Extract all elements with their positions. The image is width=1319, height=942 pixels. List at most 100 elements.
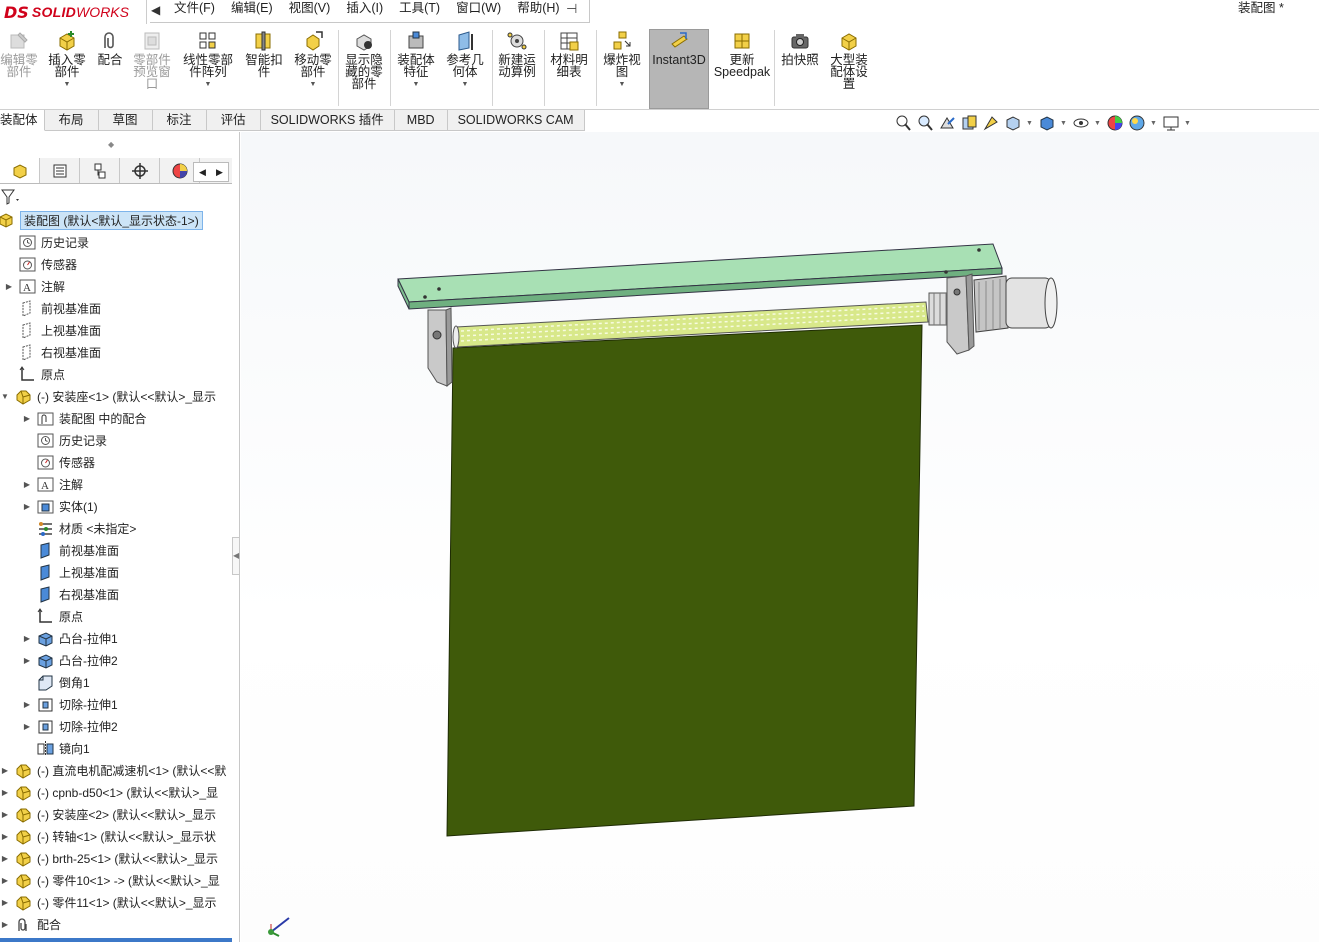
tree-item[interactable]: 前视基准面 — [4, 298, 101, 318]
tree-item[interactable]: 传感器 — [4, 254, 77, 274]
assembly-model-scene[interactable] — [241, 132, 1319, 942]
expand-arrow-icon[interactable]: ▶ — [0, 854, 10, 863]
panel-splitter-handle[interactable]: ◀ — [232, 537, 240, 575]
tab-cam[interactable]: SOLIDWORKS CAM — [447, 110, 585, 131]
tab-mbd[interactable]: MBD — [394, 110, 448, 131]
tree-component[interactable]: ▶ (-) 转轴<1> (默认<<默认>_显示状 — [0, 826, 216, 846]
tree-component[interactable]: ▶ (-) cpnb-d50<1> (默认<<默认>_显 — [0, 782, 218, 802]
tree-item[interactable]: 右视基准面 — [4, 342, 101, 362]
show-hidden-components-button[interactable]: 显示隐 藏的零 部件 — [342, 30, 386, 108]
expand-arrow-icon[interactable]: ▶ — [0, 876, 10, 885]
tree-feature[interactable]: 镜向1 — [22, 738, 90, 758]
tree-feature[interactable]: 右视基准面 — [22, 584, 119, 604]
chevron-down-icon[interactable]: ▼ — [310, 81, 317, 88]
tree-component[interactable]: ▶ (-) 零件10<1> -> (默认<<默认>_显 — [0, 870, 220, 890]
reference-geometry-button[interactable]: 参考几 何体 ▼ — [443, 30, 487, 108]
tab-evaluate[interactable]: 评估 — [206, 110, 261, 131]
tab-sketch[interactable]: 草图 — [98, 110, 153, 131]
chevron-down-icon[interactable]: ▼ — [413, 81, 420, 88]
update-speedpak-button[interactable]: 更新 Speedpak — [714, 30, 770, 108]
tree-feature[interactable]: ▶ 切除-拉伸1 — [22, 694, 118, 714]
apply-scene-icon[interactable] — [1128, 114, 1146, 132]
chevron-down-icon[interactable]: ▼ — [64, 81, 71, 88]
graphics-area[interactable] — [241, 132, 1319, 942]
chevron-down-icon[interactable]: ▼ — [1184, 120, 1192, 127]
zoom-to-fit-icon[interactable] — [894, 114, 912, 132]
tab-markup[interactable]: 标注 — [152, 110, 207, 131]
chevron-down-icon[interactable]: ▼ — [462, 81, 469, 88]
smart-fasteners-button[interactable]: 智能扣 件 — [242, 30, 286, 108]
linear-pattern-button[interactable]: 线性零部 件阵列 ▼ — [180, 30, 236, 108]
tree-feature[interactable]: 材质 <未指定> — [22, 518, 136, 538]
tree-root-assembly[interactable]: 装配图 (默认<默认_显示状态-1>) — [0, 210, 203, 230]
large-assembly-settings-button[interactable]: 大型装 配体设 置 — [826, 30, 872, 108]
tree-item[interactable]: 原点 — [4, 364, 65, 384]
expand-arrow-icon[interactable]: ▶ — [22, 634, 32, 643]
tree-feature[interactable]: 前视基准面 — [22, 540, 119, 560]
tab-assembly[interactable]: 装配体 — [0, 110, 45, 131]
tree-feature[interactable]: ▶ A 注解 — [22, 474, 83, 494]
tree-feature[interactable]: ▶ 切除-拉伸2 — [22, 716, 118, 736]
tree-component[interactable]: ▶ (-) brth-25<1> (默认<<默认>_显示 — [0, 848, 218, 868]
expand-arrow-icon[interactable]: ▶ — [0, 920, 10, 929]
chevron-down-icon[interactable]: ▼ — [1150, 120, 1158, 127]
expand-arrow-icon[interactable]: ▶ — [22, 502, 32, 511]
expand-arrow-icon[interactable]: ▶ — [0, 766, 10, 775]
menu-tools[interactable]: 工具(T) — [391, 0, 448, 18]
property-manager-tab[interactable] — [40, 158, 80, 183]
exploded-view-button[interactable]: 爆炸视 图 ▼ — [600, 30, 644, 108]
tree-feature[interactable]: 上视基准面 — [22, 562, 119, 582]
tree-feature[interactable]: ▶ 凸台-拉伸1 — [22, 628, 118, 648]
scroll-left-icon[interactable]: ◀ — [194, 163, 211, 181]
menu-insert[interactable]: 插入(I) — [338, 0, 391, 18]
tree-component[interactable]: ▶ (-) 零件11<1> (默认<<默认>_显示 — [0, 892, 217, 912]
pin-icon[interactable]: ⊣ — [566, 1, 577, 17]
feature-manager-tab[interactable] — [0, 158, 40, 183]
assembly-features-button[interactable]: 装配体 特征 ▼ — [394, 30, 438, 108]
expand-arrow-icon[interactable]: ▶ — [22, 656, 32, 665]
menu-window[interactable]: 窗口(W) — [448, 0, 509, 18]
view-settings-icon[interactable] — [1162, 114, 1180, 132]
new-motion-study-button[interactable]: 新建运 动算例 — [495, 30, 539, 108]
expand-arrow-icon[interactable]: ▶ — [22, 722, 32, 731]
tree-feature[interactable]: 历史记录 — [22, 430, 107, 450]
menu-help[interactable]: 帮助(H) — [509, 0, 567, 18]
view-orientation-icon[interactable] — [1004, 114, 1022, 132]
tree-mates[interactable]: ▶ 配合 — [0, 914, 61, 934]
tree-feature[interactable]: ▶ 装配图 中的配合 — [22, 408, 146, 428]
expand-arrow-icon[interactable]: ▶ — [0, 788, 10, 797]
expand-arrow-icon[interactable]: ▶ — [0, 832, 10, 841]
menu-file[interactable]: 文件(F) — [166, 0, 223, 18]
tab-layout[interactable]: 布局 — [44, 110, 99, 131]
edit-appearance-icon[interactable] — [1106, 114, 1124, 132]
mate-button[interactable]: 配合 — [95, 30, 125, 108]
panel-grip-icon[interactable]: ◆ — [108, 140, 114, 149]
instant3d-button[interactable]: Instant3D — [649, 29, 709, 109]
hide-show-items-icon[interactable] — [1072, 114, 1090, 132]
expand-arrow-icon[interactable]: ▶ — [22, 480, 32, 489]
tree-component[interactable]: ▶ (-) 安装座<2> (默认<<默认>_显示 — [0, 804, 216, 824]
tree-feature[interactable]: 倒角1 — [22, 672, 90, 692]
component-preview-button[interactable]: 零部件 预览窗 口 — [130, 30, 174, 108]
tree-item[interactable]: 上视基准面 — [4, 320, 101, 340]
chevron-down-icon[interactable]: ▼ — [619, 81, 626, 88]
tree-component[interactable]: ▶ (-) 直流电机配减速机<1> (默认<<默 — [0, 760, 226, 780]
expand-arrow-icon[interactable]: ▶ — [0, 810, 10, 819]
dimxpert-manager-tab[interactable] — [120, 158, 160, 183]
chevron-down-icon[interactable]: ▼ — [1060, 120, 1068, 127]
tree-feature[interactable]: ▶ 实体(1) — [22, 496, 98, 516]
previous-view-icon[interactable] — [938, 114, 956, 132]
configuration-manager-tab[interactable] — [80, 158, 120, 183]
zoom-to-area-icon[interactable] — [916, 114, 934, 132]
menu-view[interactable]: 视图(V) — [281, 0, 339, 18]
expand-arrow-icon[interactable]: ▶ — [22, 414, 32, 423]
snapshot-button[interactable]: 拍快照 — [778, 30, 822, 108]
dynamic-annotation-icon[interactable] — [982, 114, 1000, 132]
chevron-down-icon[interactable]: ▼ — [205, 81, 212, 88]
chevron-down-icon[interactable]: ▼ — [1026, 120, 1034, 127]
menu-edit[interactable]: 编辑(E) — [223, 0, 281, 18]
display-style-icon[interactable] — [1038, 114, 1056, 132]
move-component-button[interactable]: 移动零 部件 ▼ — [291, 30, 335, 108]
tab-addins[interactable]: SOLIDWORKS 插件 — [260, 110, 395, 131]
tree-item[interactable]: 历史记录 — [4, 232, 89, 252]
